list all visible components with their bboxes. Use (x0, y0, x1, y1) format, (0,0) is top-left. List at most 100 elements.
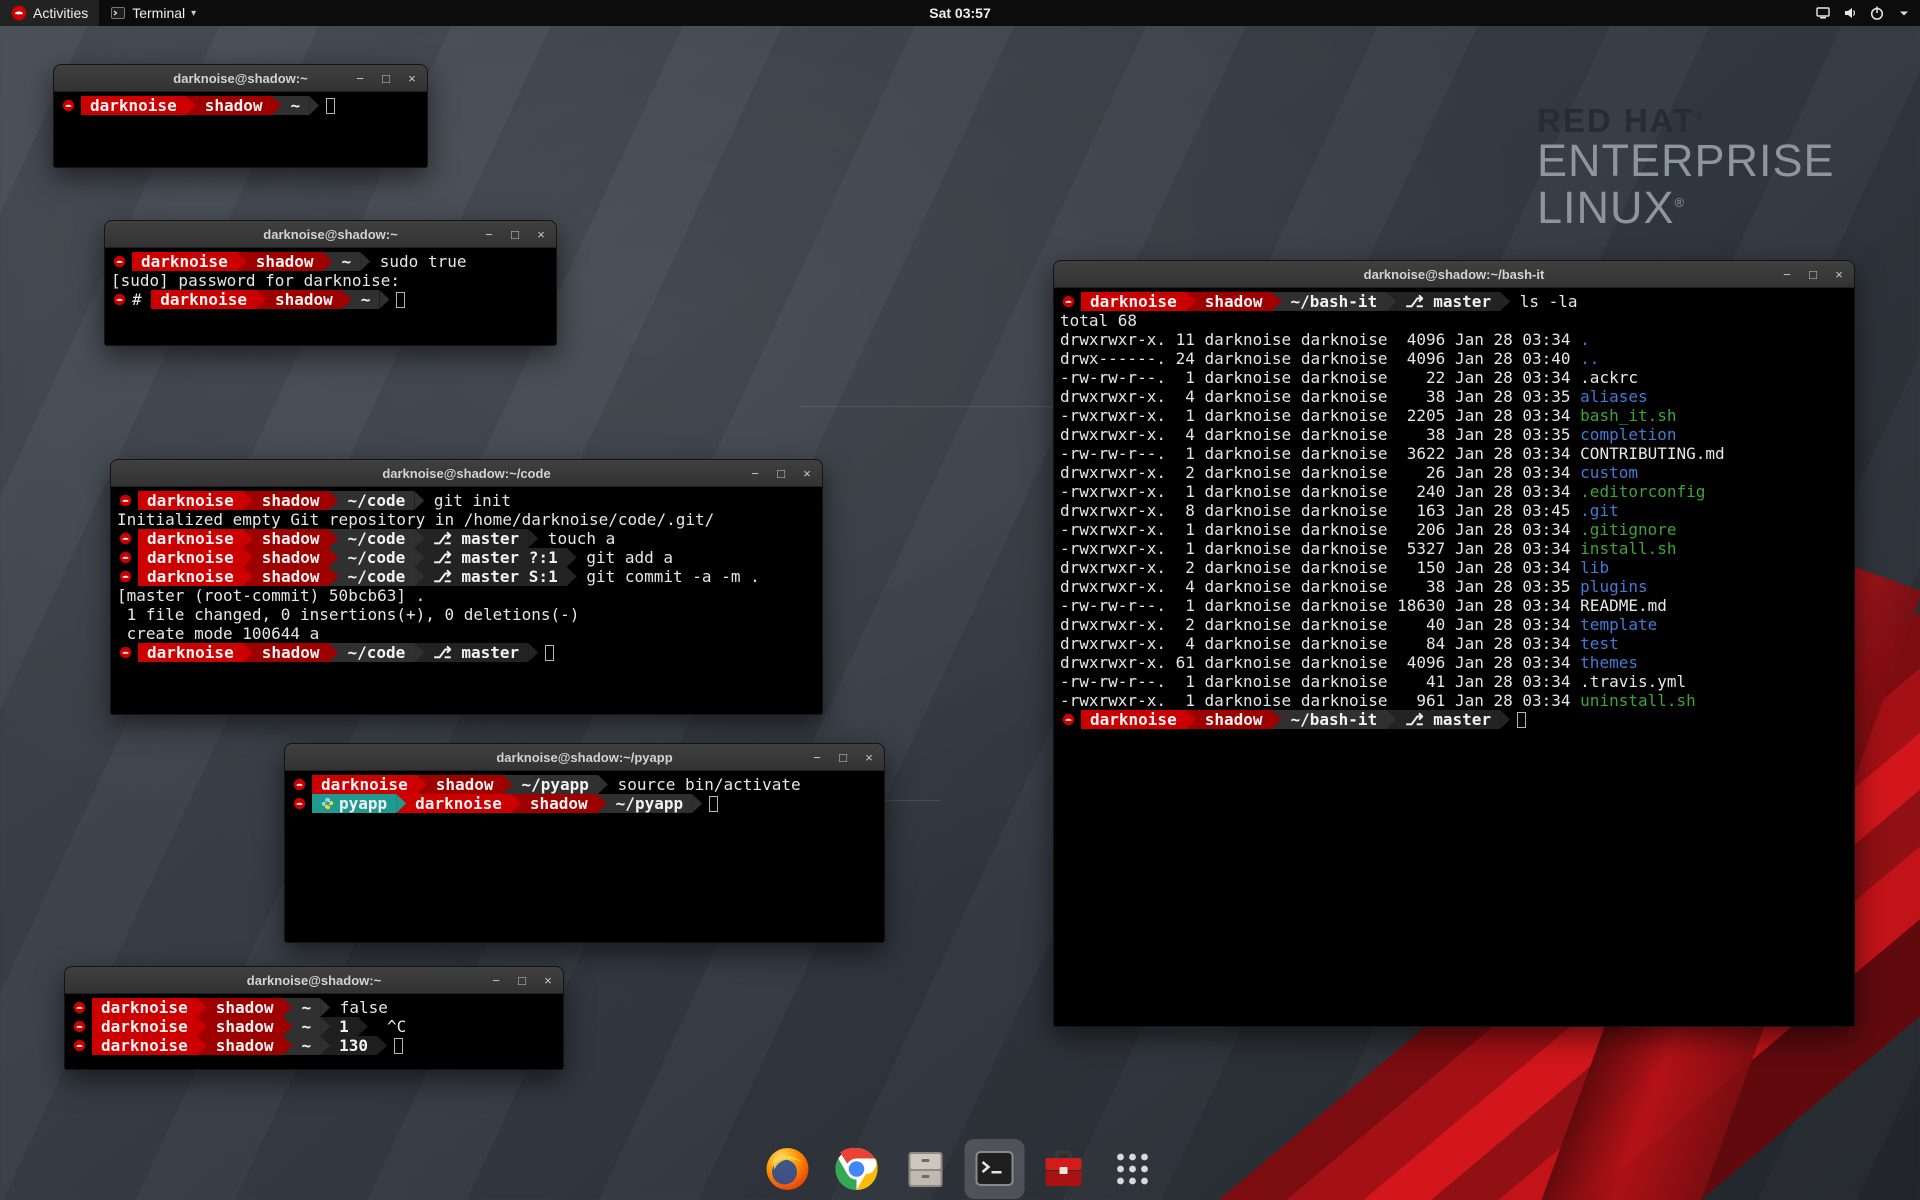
terminal-line: darknoiseshadow~/code⎇ master ?:1 git ad… (117, 548, 816, 567)
terminal-screen[interactable]: darknoiseshadow~ falsedarknoiseshadow~1 … (65, 994, 563, 1069)
files-launcher[interactable] (896, 1139, 956, 1199)
powerline-separator (414, 491, 424, 510)
terminal-line: -rw-rw-r--. 1 darknoise darknoise 41 Jan… (1060, 672, 1848, 691)
powerline-separator (243, 529, 253, 548)
toolbox-launcher[interactable] (1034, 1139, 1094, 1199)
prompt-segment-path: ~/code (339, 567, 415, 586)
prompt-segment-path: ~ (333, 252, 361, 271)
close-button[interactable]: × (405, 65, 419, 92)
close-button[interactable]: × (800, 460, 814, 487)
app-grid-launcher[interactable] (1103, 1139, 1163, 1199)
power-icon[interactable] (1869, 5, 1885, 21)
powerline-separator (396, 794, 406, 813)
titlebar[interactable]: darknoise@shadow:~/code−□ × (111, 460, 822, 487)
powerline-separator (511, 794, 521, 813)
maximize-button[interactable]: □ (515, 967, 529, 994)
terminal-screen[interactable]: darknoiseshadow~/code git initInitialize… (111, 487, 822, 714)
powerline-separator (329, 548, 339, 567)
output-text: drwx------. 24 darknoise darknoise 4096 … (1060, 349, 1580, 368)
output-text: lib (1580, 558, 1609, 577)
powerline-separator (414, 548, 424, 567)
output-text: drwxrwxr-x. 8 darknoise darknoise 163 Ja… (1060, 501, 1580, 520)
powerline-separator (377, 1036, 387, 1055)
prompt-segment-git: ⎇ master (424, 529, 528, 548)
close-button[interactable]: × (1832, 261, 1846, 288)
titlebar[interactable]: darknoise@shadow:~/pyapp−□× (285, 744, 884, 771)
prompt-segment-user: darknoise (81, 96, 186, 115)
redhat-prompt-icon (119, 532, 132, 545)
maximize-button[interactable]: □ (1806, 261, 1820, 288)
titlebar[interactable]: darknoise@shadow:~−□× (54, 65, 427, 92)
terminal-line: darknoiseshadow~ false (71, 998, 557, 1017)
system-status-area[interactable] (1815, 0, 1912, 26)
maximize-button[interactable]: □ (774, 460, 788, 487)
output-text: drwxrwxr-x. 4 darknoise darknoise 38 Jan… (1060, 387, 1580, 406)
terminal-window-sudo: darknoise@shadow:~−□×darknoiseshadow~ su… (104, 220, 557, 346)
prompt-segment-host: shadow (207, 1017, 283, 1036)
output-text: .git (1580, 501, 1619, 520)
activities-button[interactable]: Activities (0, 0, 99, 26)
terminal-screen[interactable]: darknoiseshadow~/pyapp source bin/activa… (285, 771, 884, 942)
titlebar[interactable]: darknoise@shadow:~−□× (65, 967, 563, 994)
terminal-line: drwxrwxr-x. 2 darknoise darknoise 40 Jan… (1060, 615, 1848, 634)
terminal-line: -rwxrwxr-x. 1 darknoise darknoise 240 Ja… (1060, 482, 1848, 501)
output-text: [master (root-commit) 50bcb63] . (117, 586, 425, 605)
terminal-line: drwxrwxr-x. 4 darknoise darknoise 38 Jan… (1060, 577, 1848, 596)
titlebar[interactable]: darknoise@shadow:~/bash-it−□ × (1054, 261, 1854, 288)
terminal-screen[interactable]: darknoiseshadow~ (54, 92, 427, 167)
window-title: darknoise@shadow:~/bash-it (1054, 267, 1854, 282)
minimize-button[interactable]: − (1780, 261, 1794, 288)
output-text: uninstall.sh (1580, 691, 1696, 710)
maximize-button[interactable]: □ (836, 744, 850, 771)
terminal-cursor (394, 1038, 403, 1054)
output-text: .gitignore (1580, 520, 1676, 539)
app-menu-terminal[interactable]: Terminal ▾ (99, 0, 207, 26)
terminal-line: drwxrwxr-x. 4 darknoise darknoise 38 Jan… (1060, 425, 1848, 444)
minimize-button[interactable]: − (353, 65, 367, 92)
terminal-screen[interactable]: darknoiseshadow~/bash-it⎇ master ls -lat… (1054, 288, 1854, 1026)
terminal-launcher[interactable] (965, 1139, 1025, 1199)
prompt-segment-git: ⎇ master (1396, 292, 1500, 311)
minimize-button[interactable]: − (748, 460, 762, 487)
prompt-segment-path: ~ (282, 96, 310, 115)
output-text: drwxrwxr-x. 2 darknoise darknoise 40 Jan… (1060, 615, 1580, 634)
terminal-line: darknoiseshadow~/code⎇ master S:1 git co… (117, 567, 816, 586)
close-button[interactable]: × (541, 967, 555, 994)
window-title: darknoise@shadow:~/code (111, 466, 822, 481)
close-button[interactable]: × (862, 744, 876, 771)
powerline-separator (1272, 710, 1282, 729)
output-text: bash_it.sh (1580, 406, 1676, 425)
output-text: drwxrwxr-x. 11 darknoise darknoise 4096 … (1060, 330, 1580, 349)
titlebar[interactable]: darknoise@shadow:~−□× (105, 221, 556, 248)
minimize-button[interactable]: − (810, 744, 824, 771)
minimize-button[interactable]: − (489, 967, 503, 994)
clock[interactable]: Sat 03:57 (929, 5, 990, 21)
display-icon[interactable] (1815, 5, 1831, 21)
maximize-button[interactable]: □ (379, 65, 393, 92)
chrome-launcher[interactable] (827, 1139, 887, 1199)
terminal-line: pyappdarknoiseshadow~/pyapp (291, 794, 878, 813)
powerline-separator (414, 643, 424, 662)
prompt-segment-path: ~/bash-it (1282, 710, 1387, 729)
redhat-prompt-icon (73, 1020, 86, 1033)
firefox-launcher[interactable] (758, 1139, 818, 1199)
maximize-button[interactable]: □ (508, 221, 522, 248)
firefox-icon (764, 1145, 812, 1193)
volume-icon[interactable] (1842, 5, 1858, 21)
output-text: Initialized empty Git repository in /hom… (117, 510, 714, 529)
terminal-screen[interactable]: darknoiseshadow~ sudo true[sudo] passwor… (105, 248, 556, 345)
powerline-separator (692, 794, 702, 813)
command-text: ls -la (1510, 292, 1577, 311)
terminal-line: drwxrwxr-x. 4 darknoise darknoise 84 Jan… (1060, 634, 1848, 653)
powerline-separator (320, 1017, 330, 1036)
terminal-line: darknoiseshadow~/bash-it⎇ master ls -la (1060, 292, 1848, 311)
chevron-down-icon[interactable] (1896, 5, 1912, 21)
prompt-segment-path: ~/pyapp (513, 775, 598, 794)
minimize-button[interactable]: − (482, 221, 496, 248)
terminal-line: darknoiseshadow~ (60, 96, 421, 115)
redhat-prompt-icon (119, 494, 132, 507)
powerline-separator (243, 643, 253, 662)
windows-layer: darknoise@shadow:~−□×darknoiseshadow~dar… (0, 0, 1920, 1200)
app-menu-label: Terminal (132, 5, 185, 21)
close-button[interactable]: × (534, 221, 548, 248)
